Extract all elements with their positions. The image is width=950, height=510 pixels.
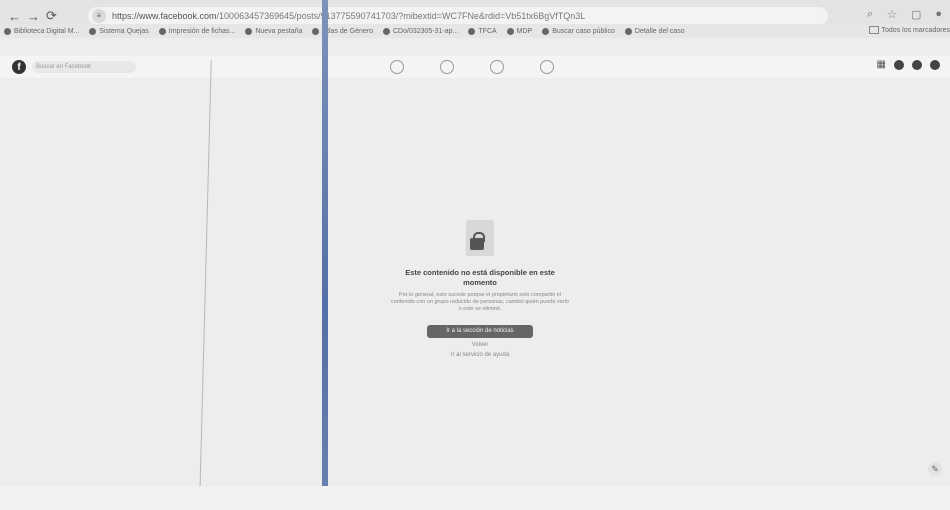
bookmark-icon — [158, 27, 166, 35]
unavailable-title: Este contenido no está disponible en est… — [405, 268, 555, 287]
bookmark-item[interactable]: Sistema Quejas — [89, 27, 149, 35]
bookmarks-bar: Biblioteca Digital M... Sistema Quejas I… — [0, 24, 950, 38]
facebook-logo-icon[interactable]: f — [12, 60, 26, 74]
bookmark-item[interactable]: TFCA — [468, 27, 497, 35]
go-to-news-feed-button[interactable]: Ir a la sección de noticias — [427, 325, 533, 338]
zoom-icon[interactable]: ⌕ — [867, 8, 873, 21]
bookmark-icon — [4, 27, 11, 35]
video-icon[interactable] — [440, 60, 454, 74]
address-bar[interactable]: ≡ https://www.facebook.com/1000634573696… — [88, 7, 828, 25]
bookmark-icon — [89, 27, 97, 35]
marketplace-icon[interactable] — [490, 60, 504, 74]
all-bookmarks-button[interactable]: Todos los marcadores — [868, 26, 950, 34]
bookmark-icon — [506, 27, 514, 35]
extensions-icon[interactable]: ▢ — [911, 8, 921, 21]
locked-content-icon — [460, 220, 500, 262]
bookmark-item[interactable]: Nueva pestaña — [245, 27, 303, 35]
site-info-icon[interactable]: ≡ — [92, 9, 106, 23]
facebook-main-nav — [390, 60, 554, 74]
lock-body — [470, 238, 484, 250]
blue-pen-mark — [322, 0, 328, 510]
bookmark-label: TFCA — [478, 27, 497, 35]
bookmark-icon — [245, 27, 253, 35]
bookmark-label: MDP — [516, 27, 533, 35]
bookmark-icon — [468, 27, 476, 35]
menu-grid-icon[interactable]: ▦ — [877, 59, 886, 70]
facebook-search-input[interactable]: Buscar en Facebook — [32, 61, 136, 73]
folder-icon — [868, 26, 879, 34]
bookmark-icon — [312, 27, 320, 35]
browser-right-controls: ⌕ ☆ ▢ ● — [867, 8, 942, 21]
bookmark-icon — [624, 27, 632, 35]
browser-nav-controls: ← → ⟳ — [0, 8, 88, 24]
bookmark-icon — [542, 27, 550, 35]
gaming-icon[interactable] — [540, 60, 554, 74]
compose-icon[interactable]: ✎ — [928, 462, 942, 476]
back-icon[interactable]: ← — [8, 9, 21, 24]
bookmark-label: Buscar caso público — [552, 27, 615, 35]
forward-icon[interactable]: → — [27, 9, 40, 24]
facebook-account-controls: ▦ — [877, 59, 940, 70]
facebook-header: f Buscar en Facebook ▦ — [0, 56, 950, 78]
bookmark-label: Biblioteca Digital M... — [14, 27, 80, 35]
bookmark-label: Impresión de fichas... — [168, 27, 236, 35]
notifications-icon[interactable] — [912, 59, 922, 70]
bookmark-label: Sistema Quejas — [99, 27, 149, 35]
unavailable-description: Por lo general, esto sucede porque el pr… — [391, 292, 569, 312]
unavailable-content-panel: Este contenido no está disponible en est… — [380, 220, 580, 358]
bookmark-label: Nueva pestaña — [255, 27, 303, 35]
bookmark-item[interactable]: Detalle del caso — [624, 27, 685, 35]
url-text: https://www.facebook.com/100063457369645… — [112, 11, 585, 21]
bookmark-star-icon[interactable]: ☆ — [887, 8, 897, 21]
profile-icon[interactable]: ● — [935, 8, 942, 21]
bookmark-item[interactable]: Buscar caso público — [542, 27, 615, 35]
bookmark-icon — [383, 27, 390, 35]
bookmark-item[interactable]: Biblioteca Digital M... — [4, 27, 80, 35]
back-link[interactable]: Volver — [380, 342, 580, 348]
reload-icon[interactable]: ⟳ — [46, 8, 57, 24]
bookmark-item[interactable]: MDP — [506, 27, 533, 35]
bookmark-item[interactable]: CDo/032305-31-ap... — [383, 27, 459, 35]
bookmark-item[interactable]: Impresión de fichas... — [158, 27, 236, 35]
home-icon[interactable] — [390, 60, 404, 74]
all-bookmarks-label: Todos los marcadores — [881, 26, 950, 34]
bookmark-label: Atlas de Género — [322, 27, 373, 35]
paper-footer — [0, 486, 950, 510]
bookmark-label: Detalle del caso — [634, 27, 685, 35]
bookmark-label: CDo/032305-31-ap... — [393, 27, 459, 35]
url-host: https://www.facebook.com — [112, 11, 217, 21]
help-center-link[interactable]: Ir al servicio de ayuda — [380, 352, 580, 358]
messenger-icon[interactable] — [894, 59, 904, 70]
account-avatar[interactable] — [930, 59, 940, 70]
url-path: /100063457369645/posts/913775590741703/?… — [216, 11, 586, 21]
